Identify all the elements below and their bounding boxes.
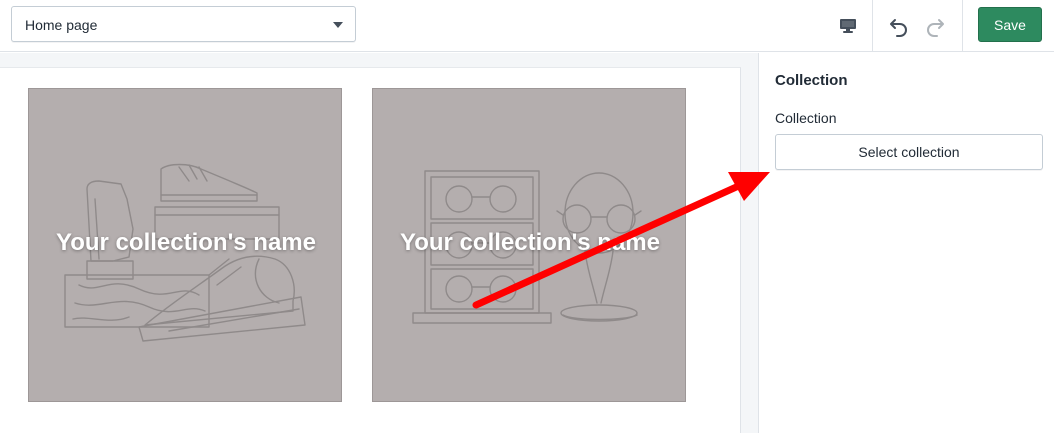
save-button[interactable]: Save [978, 7, 1042, 42]
desktop-icon [840, 19, 856, 33]
collection-tile[interactable]: Your collection's name [372, 88, 686, 402]
sidebar-heading: Collection [775, 72, 848, 89]
collection-tile[interactable]: Your collection's name [28, 88, 342, 402]
settings-sidebar: Collection Collection Select collection [758, 53, 1054, 433]
top-toolbar: Home page Save [0, 0, 1054, 52]
desktop-view-button[interactable] [824, 0, 872, 52]
collection-field-label: Collection [775, 110, 837, 126]
select-collection-button[interactable]: Select collection [775, 134, 1043, 170]
redo-button[interactable] [918, 0, 952, 52]
page-select-value: Home page [25, 17, 98, 33]
toolbar-divider [962, 0, 963, 52]
redo-icon [927, 19, 944, 37]
collection-title: Your collection's name [56, 229, 316, 256]
undo-icon [890, 19, 907, 37]
toolbar-divider [872, 0, 873, 52]
chevron-down-icon [333, 22, 343, 28]
collection-title: Your collection's name [400, 229, 660, 256]
page-select[interactable]: Home page [11, 6, 356, 42]
undo-button[interactable] [882, 0, 916, 52]
